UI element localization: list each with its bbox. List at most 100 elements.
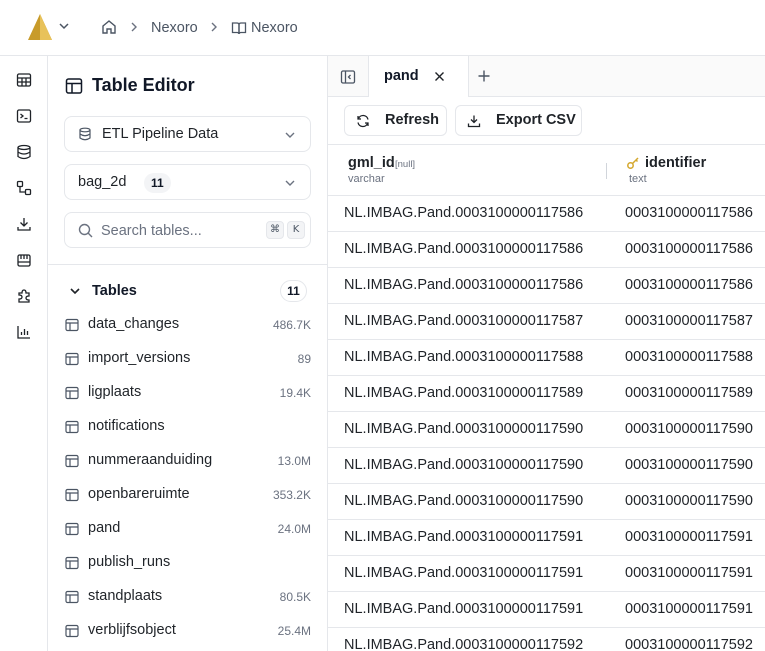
refresh-button-label: Refresh — [385, 112, 439, 128]
table-name: import_versions — [88, 350, 191, 366]
table-row[interactable]: NL.IMBAG.Pand.0003100000117587 0003100000… — [328, 304, 765, 340]
table-row[interactable]: NL.IMBAG.Pand.0003100000117592 0003100000… — [328, 628, 765, 651]
column-resize-handle[interactable] — [606, 163, 607, 179]
cell-identifier[interactable]: 0003100000117590 — [625, 421, 753, 437]
book-icon — [231, 22, 247, 35]
breadcrumb-project[interactable]: Nexoro — [251, 19, 298, 37]
tables-section-label[interactable]: Tables — [92, 283, 137, 299]
tab-pand[interactable]: pand — [369, 56, 469, 97]
column-type: varchar — [348, 173, 385, 185]
cell-identifier[interactable]: 0003100000117591 — [625, 529, 753, 545]
download-icon[interactable] — [16, 216, 32, 232]
sidebar-item-verblijfsobject[interactable]: verblijfsobject 25.4M — [48, 614, 327, 648]
row-count: 24.0M — [277, 522, 311, 536]
cell-gml-id[interactable]: NL.IMBAG.Pand.0003100000117587 — [344, 313, 583, 329]
cell-gml-id[interactable]: NL.IMBAG.Pand.0003100000117589 — [344, 385, 583, 401]
cell-gml-id[interactable]: NL.IMBAG.Pand.0003100000117590 — [344, 457, 583, 473]
plugin-icon[interactable] — [16, 288, 32, 304]
home-icon[interactable] — [101, 19, 117, 35]
table-name: publish_runs — [88, 554, 171, 570]
sidebar-item-data-changes[interactable]: data_changes 486.7K — [48, 308, 327, 342]
chevron-down-icon[interactable] — [69, 285, 81, 297]
logo-icon[interactable] — [28, 14, 52, 40]
export-csv-button[interactable]: Export CSV — [455, 105, 582, 136]
cell-gml-id[interactable]: NL.IMBAG.Pand.0003100000117586 — [344, 205, 583, 221]
plus-icon[interactable] — [477, 69, 491, 83]
terminal-icon[interactable] — [16, 108, 32, 124]
cell-identifier[interactable]: 0003100000117586 — [625, 277, 753, 293]
cell-gml-id[interactable]: NL.IMBAG.Pand.0003100000117591 — [344, 601, 583, 617]
table-icon — [65, 522, 79, 536]
cell-identifier[interactable]: 0003100000117589 — [625, 385, 753, 401]
diagram-icon[interactable] — [16, 180, 32, 196]
cell-identifier[interactable]: 0003100000117591 — [625, 565, 753, 581]
table-icon — [65, 624, 79, 638]
cell-gml-id[interactable]: NL.IMBAG.Pand.0003100000117590 — [344, 493, 583, 509]
table-row[interactable]: NL.IMBAG.Pand.0003100000117590 0003100000… — [328, 412, 765, 448]
sidebar-item-publish-runs[interactable]: publish_runs — [48, 546, 327, 580]
schema-select-value: bag_2d — [78, 174, 127, 190]
table-row[interactable]: NL.IMBAG.Pand.0003100000117589 0003100000… — [328, 376, 765, 412]
sidebar-item-nummeraanduiding[interactable]: nummeraanduiding 13.0M — [48, 444, 327, 478]
cell-gml-id[interactable]: NL.IMBAG.Pand.0003100000117591 — [344, 565, 583, 581]
schema-select[interactable]: bag_2d 11 — [64, 164, 311, 200]
table-row[interactable]: NL.IMBAG.Pand.0003100000117588 0003100000… — [328, 340, 765, 376]
search-icon — [78, 223, 93, 238]
cell-identifier[interactable]: 0003100000117590 — [625, 493, 753, 509]
icon-rail — [0, 56, 48, 651]
database-icon[interactable] — [16, 144, 32, 160]
table-icon[interactable] — [16, 72, 32, 88]
table-row[interactable]: NL.IMBAG.Pand.0003100000117586 0003100000… — [328, 268, 765, 304]
grid-header: gml_id [null] varchar identifier text — [328, 145, 765, 196]
close-icon[interactable] — [434, 71, 445, 82]
cell-gml-id[interactable]: NL.IMBAG.Pand.0003100000117586 — [344, 277, 583, 293]
database-icon — [79, 127, 91, 141]
table-name: standplaats — [88, 588, 163, 604]
table-icon — [65, 488, 79, 502]
cell-identifier[interactable]: 0003100000117592 — [625, 637, 753, 651]
cell-identifier[interactable]: 0003100000117591 — [625, 601, 753, 617]
chevron-right-icon — [131, 22, 137, 32]
sidebar-item-openbareruimte[interactable]: openbareruimte 353.2K — [48, 478, 327, 512]
cell-gml-id[interactable]: NL.IMBAG.Pand.0003100000117586 — [344, 241, 583, 257]
cell-gml-id[interactable]: NL.IMBAG.Pand.0003100000117590 — [344, 421, 583, 437]
search-input[interactable] — [101, 221, 251, 241]
table-row[interactable]: NL.IMBAG.Pand.0003100000117590 0003100000… — [328, 484, 765, 520]
breadcrumb-org[interactable]: Nexoro — [151, 19, 198, 37]
cell-identifier[interactable]: 0003100000117587 — [625, 313, 753, 329]
row-count: 25.4M — [277, 624, 311, 638]
cell-identifier[interactable]: 0003100000117586 — [625, 205, 753, 221]
sidebar-item-notifications[interactable]: notifications — [48, 410, 327, 444]
row-count: 89 — [297, 352, 311, 366]
table-name: openbareruimte — [88, 486, 190, 502]
chart-icon[interactable] — [16, 324, 32, 340]
table-icon — [65, 78, 83, 94]
table-row[interactable]: NL.IMBAG.Pand.0003100000117590 0003100000… — [328, 448, 765, 484]
cell-gml-id[interactable]: NL.IMBAG.Pand.0003100000117592 — [344, 637, 583, 651]
table-row[interactable]: NL.IMBAG.Pand.0003100000117591 0003100000… — [328, 556, 765, 592]
cell-identifier[interactable]: 0003100000117588 — [625, 349, 753, 365]
page-title: Table Editor — [92, 75, 195, 95]
cell-identifier[interactable]: 0003100000117590 — [625, 457, 753, 473]
storage-icon[interactable] — [16, 252, 32, 268]
sidebar-item-import-versions[interactable]: import_versions 89 — [48, 342, 327, 376]
table-name: pand — [88, 520, 121, 536]
tabs-bar: pand — [328, 56, 765, 97]
database-select[interactable]: ETL Pipeline Data — [64, 116, 311, 152]
table-row[interactable]: NL.IMBAG.Pand.0003100000117591 0003100000… — [328, 592, 765, 628]
table-row[interactable]: NL.IMBAG.Pand.0003100000117586 0003100000… — [328, 232, 765, 268]
cell-gml-id[interactable]: NL.IMBAG.Pand.0003100000117591 — [344, 529, 583, 545]
cell-gml-id[interactable]: NL.IMBAG.Pand.0003100000117588 — [344, 349, 583, 365]
key-icon — [627, 157, 639, 169]
table-icon — [65, 454, 79, 468]
table-row[interactable]: NL.IMBAG.Pand.0003100000117591 0003100000… — [328, 520, 765, 556]
sidebar-toggle-icon[interactable] — [340, 69, 356, 85]
sidebar-item-standplaats[interactable]: standplaats 80.5K — [48, 580, 327, 614]
table-row[interactable]: NL.IMBAG.Pand.0003100000117586 0003100000… — [328, 196, 765, 232]
sidebar-item-pand[interactable]: pand 24.0M — [48, 512, 327, 546]
table-name: nummeraanduiding — [88, 452, 213, 468]
cell-identifier[interactable]: 0003100000117586 — [625, 241, 753, 257]
sidebar-item-ligplaats[interactable]: ligplaats 19.4K — [48, 376, 327, 410]
chevron-down-icon[interactable] — [58, 20, 70, 32]
refresh-button[interactable]: Refresh — [344, 105, 447, 136]
